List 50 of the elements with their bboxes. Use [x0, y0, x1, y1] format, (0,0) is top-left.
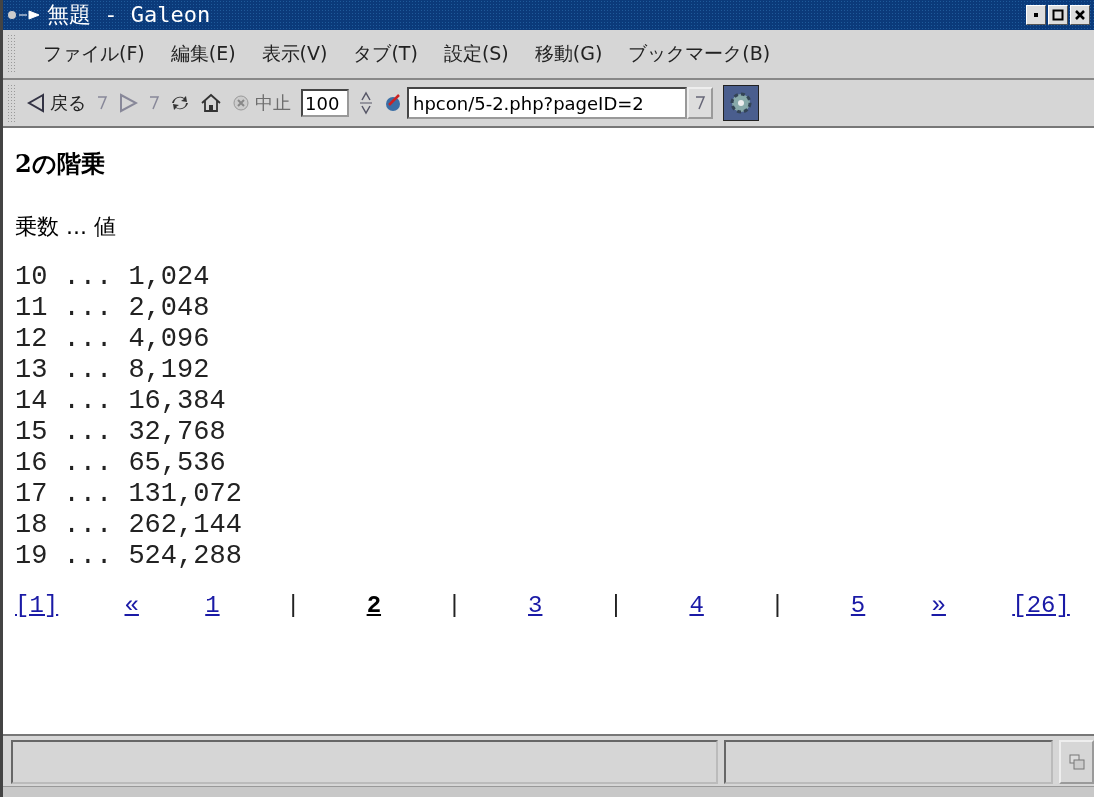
separator: | [285, 592, 301, 619]
minimize-button[interactable] [1026, 5, 1046, 25]
close-button[interactable] [1070, 5, 1090, 25]
menu-item[interactable]: ファイル(F) [43, 41, 145, 67]
menu-item[interactable]: タブ(T) [353, 41, 418, 67]
page-link[interactable]: 5 [850, 592, 866, 619]
page-link[interactable]: 2 [366, 592, 382, 619]
page-link[interactable]: 3 [528, 592, 543, 619]
back-button[interactable]: 戻る [27, 91, 86, 115]
page-link[interactable]: » [931, 592, 946, 619]
site-icon [383, 93, 403, 113]
menu-item[interactable]: 移動(G) [534, 41, 603, 67]
data-row-text: 19 ... 524,288 [15, 541, 243, 572]
menu-item[interactable]: ブックマーク(B) [628, 41, 771, 67]
data-row-text: 18 ... 262,144 [15, 510, 243, 541]
data-row-text: 11 ... 2,048 [15, 293, 211, 324]
back-arrow-icon [27, 93, 45, 113]
data-row-text: 17 ... 131,072 [15, 479, 243, 510]
data-row-text: 14 ... 16,384 [15, 386, 227, 417]
data-row-text: 15 ... 32,768 [15, 417, 227, 448]
url-dropdown-button[interactable] [687, 87, 713, 119]
spinner-icon[interactable] [359, 90, 373, 116]
maximize-icon [1052, 9, 1064, 21]
data-row-text: 12 ... 4,096 [15, 324, 211, 355]
page-link[interactable]: « [124, 592, 139, 619]
lock-icon [1067, 752, 1086, 772]
menu-item[interactable]: 編集(E) [170, 41, 236, 67]
maximize-button[interactable] [1048, 5, 1068, 25]
separator: | [447, 592, 462, 619]
page-link[interactable]: [26] [1012, 592, 1070, 619]
separator: | [608, 592, 624, 619]
dropdown-icon [694, 94, 706, 112]
data-row-text: 13 ... 8,192 [15, 355, 211, 386]
data-row-text: 16 ... 65,536 [15, 448, 227, 479]
stop-icon [232, 94, 250, 112]
page-heading: 2の階乗 [15, 148, 106, 180]
page-link[interactable]: 4 [689, 592, 704, 619]
separator: | [770, 592, 785, 619]
close-icon [1074, 9, 1086, 21]
column-header: 乗数 ... 値 [15, 213, 117, 241]
home-icon[interactable] [200, 93, 222, 113]
data-row-text: 10 ... 1,024 [15, 262, 211, 293]
menu-item[interactable]: 設定(S) [443, 41, 509, 67]
page-link[interactable]: [1] [15, 592, 59, 619]
window-menu-icon[interactable] [7, 7, 41, 23]
page-link[interactable]: 1 [205, 592, 220, 619]
zoom-field[interactable]: 100 [301, 89, 349, 117]
window-title: 無題 - Galeon [47, 1, 212, 29]
url-field[interactable]: hpcon/5-2.php?pageID=2 [407, 87, 687, 119]
menu-item[interactable]: 表示(V) [261, 41, 328, 67]
